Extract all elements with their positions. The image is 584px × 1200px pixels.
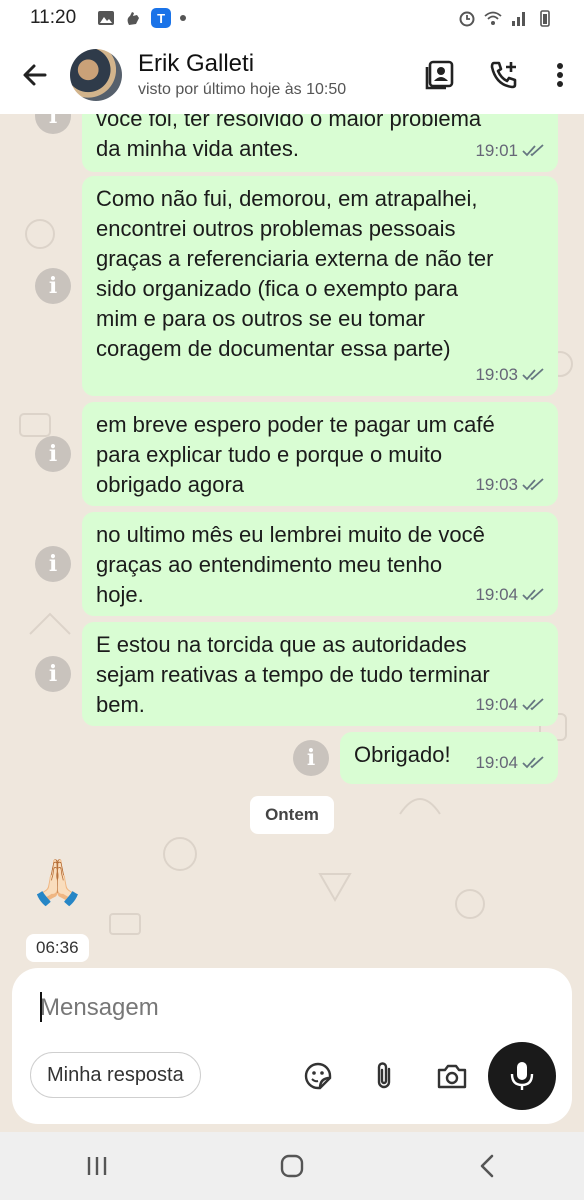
text-caret — [40, 992, 42, 1022]
add-call-button[interactable] — [472, 43, 536, 107]
double-check-icon — [522, 144, 544, 157]
date-separator: Ontem — [250, 796, 334, 834]
quick-reply-chip[interactable]: Minha resposta — [30, 1052, 201, 1098]
message-time: 19:04 — [475, 753, 518, 772]
sticker-button[interactable] — [296, 1054, 340, 1098]
double-check-icon — [522, 478, 544, 491]
home-icon — [280, 1154, 304, 1178]
phone-add-icon — [490, 61, 517, 89]
message-time: 19:03 — [475, 365, 518, 384]
chat-messages-area[interactable]: i você foi, ter resolvido o maior proble… — [0, 114, 584, 966]
info-icon[interactable]: i — [35, 436, 71, 472]
message-time: 19:03 — [475, 475, 518, 494]
message-line: graças ao entendimento meu tenho — [96, 552, 443, 577]
status-bar: 11:20 T — [0, 0, 584, 36]
attach-button[interactable] — [362, 1054, 406, 1098]
message-input[interactable] — [40, 986, 540, 1030]
contact-card-icon — [425, 60, 454, 90]
hand-notification-icon — [127, 12, 140, 25]
chevron-left-icon — [480, 1154, 493, 1178]
message-bubble[interactable]: você foi, ter resolvido o maior problema… — [82, 114, 558, 172]
message-line: em breve espero poder te pagar um café — [96, 412, 495, 437]
double-check-icon — [522, 588, 544, 601]
app-notification-icon: T — [151, 8, 172, 28]
paperclip-icon — [377, 1062, 391, 1089]
message-line: E estou na torcida que as autoridades — [96, 632, 467, 657]
message-bubble[interactable]: Como não fui, demorou, em atrapalhei, en… — [82, 176, 558, 396]
message-bubble[interactable]: no ultimo mês eu lembrei muito de você g… — [82, 512, 558, 616]
contact-info[interactable]: Erik Galleti visto por último hoje às 10… — [138, 49, 346, 101]
camera-icon — [437, 1064, 467, 1089]
signal-icon — [512, 12, 525, 26]
more-notifications-dot — [180, 15, 187, 21]
message-line: para explicar tudo e porque o muito — [96, 442, 443, 467]
incoming-message-time: 06:36 — [26, 934, 89, 962]
contact-card-button[interactable] — [408, 43, 472, 107]
sticker-icon — [304, 1062, 332, 1090]
gallery-notification-icon — [98, 11, 115, 25]
recent-apps-button[interactable] — [57, 1136, 137, 1196]
status-time: 11:20 — [30, 7, 77, 28]
message-time: 19:04 — [475, 695, 518, 714]
battery-icon — [540, 10, 550, 27]
message-bubble[interactable]: Obrigado! 19:04 — [340, 732, 558, 784]
info-icon[interactable]: i — [293, 740, 329, 776]
last-seen-status: visto por último hoje às 10:50 — [138, 81, 347, 98]
message-line: graças a referenciaria externa de não te… — [96, 246, 494, 271]
more-options-button[interactable] — [536, 43, 584, 107]
microphone-icon — [510, 1062, 534, 1090]
system-navigation-bar — [0, 1132, 584, 1200]
message-line: mim e para os outros se eu tomar — [96, 306, 425, 331]
double-check-icon — [522, 756, 544, 769]
arrow-left-icon — [23, 64, 47, 86]
wifi-icon — [484, 11, 502, 25]
app-badge-letter: T — [157, 10, 166, 26]
message-line: sejam reativas a tempo de tudo terminar — [96, 662, 490, 687]
compose-panel: Minha resposta — [12, 968, 572, 1124]
system-back-button[interactable] — [447, 1136, 527, 1196]
kebab-menu-icon — [557, 63, 563, 87]
chat-header: Erik Galleti visto por último hoje às 10… — [0, 36, 584, 114]
message-line: Como não fui, demorou, em atrapalhei, — [96, 186, 478, 211]
contact-avatar[interactable] — [70, 49, 122, 101]
recents-icon — [88, 1157, 107, 1175]
double-check-icon — [522, 368, 544, 381]
message-line: no ultimo mês eu lembrei muito de você — [96, 522, 485, 547]
message-bubble[interactable]: E estou na torcida que as autoridades se… — [82, 622, 558, 726]
alarm-icon — [459, 11, 475, 27]
info-icon[interactable]: i — [35, 268, 71, 304]
message-line: sido organizado (fica o exempto para — [96, 276, 458, 301]
message-time: 19:01 — [475, 141, 518, 160]
message-bubble[interactable]: em breve espero poder te pagar um café p… — [82, 402, 558, 506]
incoming-emoji-message[interactable]: 🙏🏻 — [30, 856, 85, 908]
message-time: 19:04 — [475, 585, 518, 604]
back-button[interactable] — [0, 36, 70, 114]
info-icon[interactable]: i — [35, 656, 71, 692]
voice-record-button[interactable] — [488, 1042, 556, 1110]
camera-button[interactable] — [430, 1054, 474, 1098]
home-button[interactable] — [252, 1136, 332, 1196]
info-icon[interactable]: i — [35, 546, 71, 582]
message-line: encontrei outros problemas pessoais — [96, 216, 456, 241]
double-check-icon — [522, 698, 544, 711]
contact-name: Erik Galleti — [138, 50, 255, 77]
message-line: você foi, ter resolvido o maior problema — [96, 114, 482, 131]
